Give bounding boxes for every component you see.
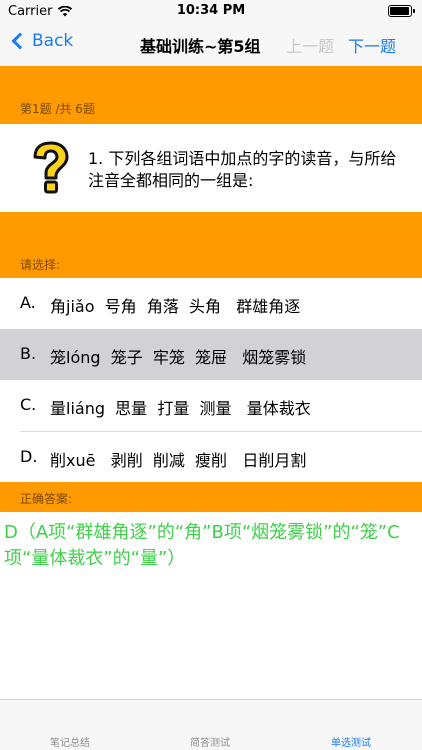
option-letter: B.: [20, 344, 37, 363]
option-d[interactable]: D. 削xuē 剥削 削减 瘦削 日削月割: [0, 432, 422, 483]
tab-bar: 笔记总结 简答测试 单选测试: [0, 699, 422, 750]
progress-band: 第1题 /共 6题: [0, 66, 422, 124]
answer-label: 正确答案:: [20, 492, 73, 506]
prev-question-button[interactable]: 上一题: [286, 33, 334, 57]
question-mark-icon: [33, 141, 69, 194]
next-question-button[interactable]: 下一题: [348, 33, 396, 57]
page-title: 基础训练~第5组: [140, 37, 261, 56]
tab-single-choice[interactable]: 单选测试: [331, 734, 371, 749]
battery-icon: [388, 5, 415, 17]
choose-label: 请选择:: [20, 258, 61, 272]
question-card: 1. 下列各组词语中加点的字的读音，与所给注音全都相同的一组是:: [0, 124, 422, 212]
option-a[interactable]: A. 角jiǎo 号角 角落 头角 群雄角逐: [0, 278, 422, 329]
nav-bar: Back 基础训练~第5组 上一题 下一题: [0, 22, 422, 66]
option-letter: A.: [20, 293, 36, 312]
tab-notes[interactable]: 笔记总结: [50, 734, 90, 749]
option-c[interactable]: C. 量liáng 思量 打量 测量 量体裁衣: [0, 380, 422, 431]
back-label: Back: [32, 31, 74, 51]
chevron-left-icon: [11, 32, 29, 50]
status-bar: Carrier 10:34 PM: [0, 0, 422, 22]
option-letter: C.: [20, 395, 37, 414]
back-button[interactable]: Back: [8, 31, 73, 51]
answer-text: D（A项“群雄角逐”的“角”B项“烟笼雾锁”的“笼”C项“量体裁衣”的“量”）: [4, 522, 400, 569]
choose-band: 请选择:: [0, 212, 422, 278]
option-text: 量liáng 思量 打量 测量 量体裁衣: [50, 399, 311, 418]
progress-label: 第1题 /共 6题: [20, 102, 95, 116]
option-text: 笼lóng 笼子 牢笼 笼屉 烟笼雾锁: [50, 348, 307, 367]
option-text: 削xuē 剥削 削减 瘦削 日削月割: [50, 451, 307, 470]
option-letter: D.: [20, 447, 38, 466]
option-b[interactable]: B. 笼lóng 笼子 牢笼 笼屉 烟笼雾锁: [0, 329, 422, 380]
battery-fill: [390, 7, 409, 15]
tab-short-answer[interactable]: 简答测试: [190, 734, 230, 749]
status-time: 10:34 PM: [176, 3, 246, 18]
question-text: 1. 下列各组词语中加点的字的读音，与所给注音全都相同的一组是:: [88, 149, 397, 190]
option-text: 角jiǎo 号角 角落 头角 群雄角逐: [50, 297, 301, 316]
answer-band: 正确答案:: [0, 482, 422, 512]
